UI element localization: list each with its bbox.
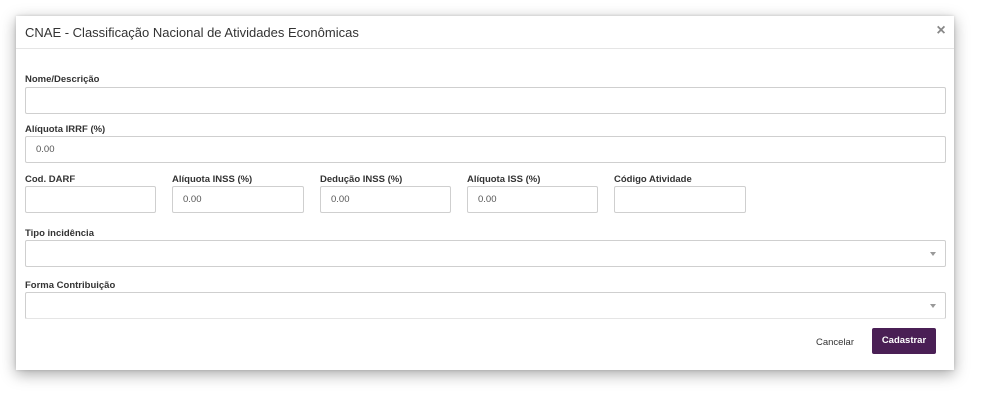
cod-darf-input[interactable] [25,186,156,213]
forma-contribuicao-select[interactable] [25,292,946,319]
modal-header: CNAE - Classificação Nacional de Ativida… [16,16,954,49]
nome-label: Nome/Descrição [25,74,100,85]
aliquota-inss-label: Alíquota INSS (%) [172,174,253,185]
cod-darf-label: Cod. DARF [25,174,76,185]
codigo-atividade-input[interactable] [614,186,746,213]
close-icon[interactable]: × [932,22,950,40]
deducao-inss-input[interactable]: 0.00 [320,186,451,213]
chevron-down-icon [930,252,936,256]
aliquota-irrf-label: Alíquota IRRF (%) [25,124,106,135]
aliquota-iss-input[interactable]: 0.00 [467,186,598,213]
cnae-modal: CNAE - Classificação Nacional de Ativida… [16,16,954,370]
chevron-down-icon [930,304,936,308]
aliquota-irrf-input[interactable]: 0.00 [25,136,946,163]
tipo-incidencia-select[interactable] [25,240,946,267]
modal-title: CNAE - Classificação Nacional de Ativida… [25,25,359,40]
codigo-atividade-label: Código Atividade [614,174,692,185]
footer-divider [25,318,945,319]
tipo-incidencia-label: Tipo incidência [25,228,94,239]
nome-input[interactable] [25,87,946,114]
submit-button[interactable]: Cadastrar [872,328,936,354]
deducao-inss-label: Dedução INSS (%) [320,174,403,185]
aliquota-inss-input[interactable]: 0.00 [172,186,304,213]
aliquota-iss-label: Alíquota ISS (%) [467,174,541,185]
forma-contribuicao-label: Forma Contribuição [25,280,116,291]
cancel-button[interactable]: Cancelar [808,330,862,356]
